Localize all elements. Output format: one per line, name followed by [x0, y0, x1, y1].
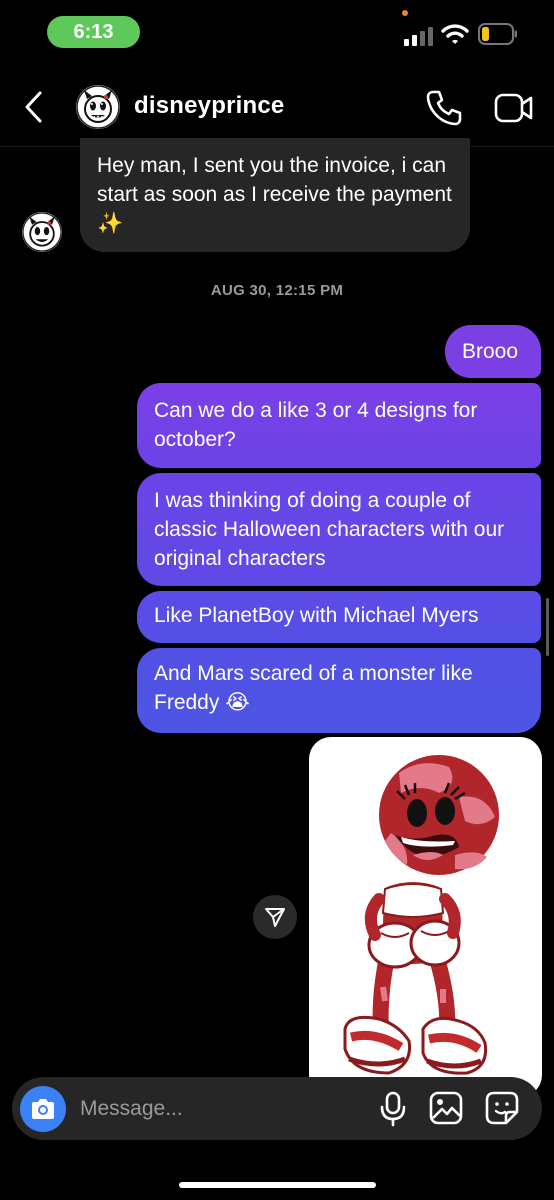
- mic-in-use-indicator: [402, 10, 408, 16]
- sender-avatar[interactable]: [22, 212, 62, 252]
- mars-character-illustration: [343, 755, 499, 1075]
- devil-mascot-icon: [76, 85, 120, 129]
- battery-icon: [478, 23, 517, 45]
- scrollbar[interactable]: [546, 598, 549, 656]
- status-time: 6:13: [47, 16, 140, 48]
- gallery-icon[interactable]: [428, 1090, 464, 1126]
- microphone-icon[interactable]: [378, 1090, 408, 1128]
- cellular-signal-icon: [404, 27, 433, 46]
- video-camera-icon[interactable]: [494, 90, 534, 126]
- outgoing-message[interactable]: And Mars scared of a monster like Freddy…: [137, 648, 541, 733]
- outgoing-message[interactable]: Like PlanetBoy with Michael Myers: [137, 591, 541, 643]
- outgoing-message[interactable]: Brooo: [445, 325, 541, 378]
- contact-name[interactable]: disneyprince: [134, 92, 284, 120]
- outgoing-message[interactable]: Can we do a like 3 or 4 designs for octo…: [137, 383, 541, 468]
- home-indicator[interactable]: [179, 1182, 376, 1188]
- message-input[interactable]: [80, 1093, 360, 1125]
- dm-thread-screen: 6:13 disneyprince Hey man, I sent you th…: [0, 0, 554, 1200]
- sticker-icon[interactable]: [484, 1090, 520, 1126]
- wifi-icon: [441, 24, 469, 44]
- back-button[interactable]: [18, 88, 52, 126]
- share-button[interactable]: [253, 895, 297, 939]
- contact-avatar[interactable]: [76, 85, 120, 129]
- message-timestamp: AUG 30, 12:15 PM: [210, 282, 344, 299]
- image-message[interactable]: [309, 737, 542, 1097]
- camera-button[interactable]: [20, 1086, 66, 1132]
- phone-icon[interactable]: [424, 88, 464, 128]
- camera-icon: [32, 1099, 54, 1119]
- send-icon: [265, 908, 285, 927]
- outgoing-message[interactable]: I was thinking of doing a couple of clas…: [137, 473, 541, 586]
- devil-mascot-icon: [22, 212, 62, 252]
- incoming-message[interactable]: Hey man, I sent you the invoice, i can s…: [80, 138, 470, 252]
